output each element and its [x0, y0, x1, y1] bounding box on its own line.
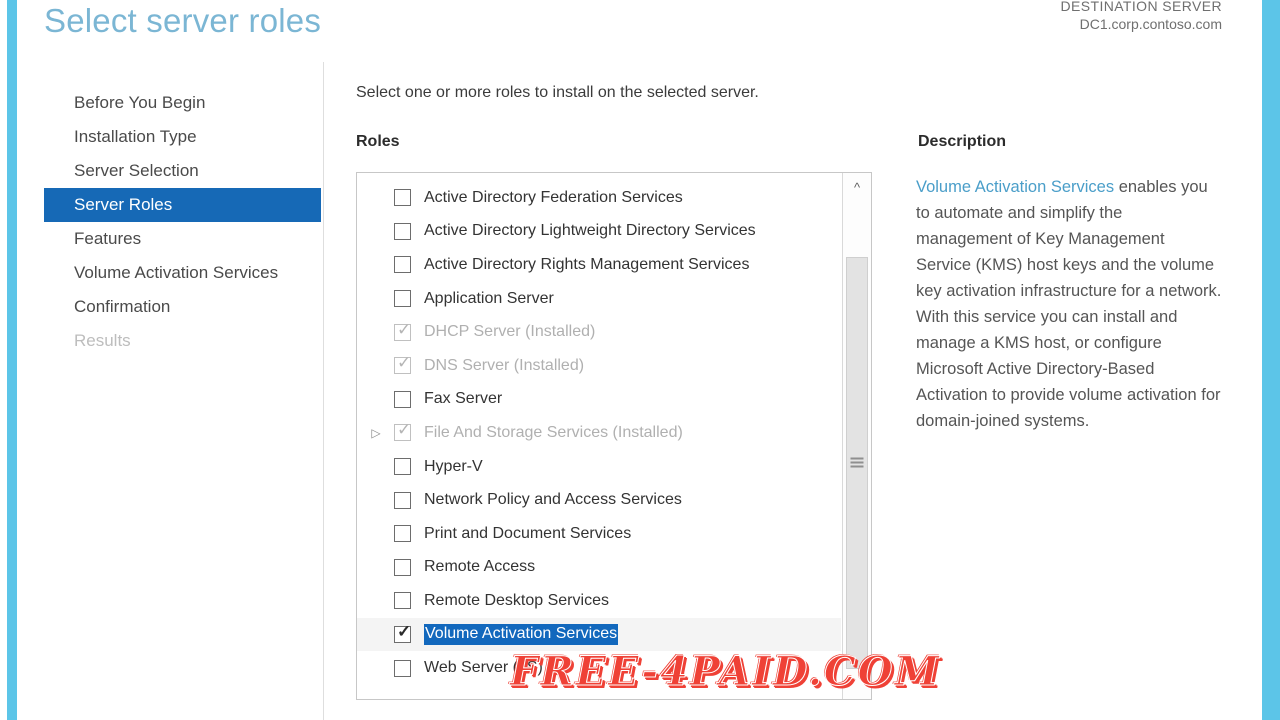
sidebar-item-server-roles[interactable]: Server Roles: [44, 188, 321, 222]
role-checkbox[interactable]: [394, 592, 411, 610]
role-label[interactable]: Fax Server: [424, 390, 502, 408]
left-accent-bar: [7, 0, 17, 720]
sidebar-item-installation-type[interactable]: Installation Type: [44, 120, 321, 154]
role-row[interactable]: ▷Web Server (IIS): [357, 651, 841, 685]
roles-list[interactable]: ▷Active Directory Federation Services▷Ac…: [357, 181, 841, 699]
checkmark-icon: ✓: [397, 420, 412, 440]
role-checkbox[interactable]: [394, 189, 411, 207]
role-checkbox: ✓: [394, 319, 412, 341]
destination-server-label: DESTINATION SERVER: [1060, 0, 1222, 14]
destination-server-block: DESTINATION SERVER DC1.corp.contoso.com: [1061, 0, 1223, 34]
triangle-right-icon[interactable]: ▷: [366, 427, 386, 439]
role-checkbox[interactable]: [394, 458, 411, 476]
role-label[interactable]: Web Server (IIS): [424, 659, 543, 677]
sidebar-item-volume-activation-services[interactable]: Volume Activation Services: [44, 256, 321, 290]
page-title: Select server roles: [44, 2, 322, 39]
instruction-text: Select one or more roles to install on t…: [356, 84, 759, 101]
role-label[interactable]: DNS Server (Installed): [424, 357, 584, 375]
role-label[interactable]: File And Storage Services (Installed): [424, 424, 683, 442]
checkmark-icon: ✓: [397, 319, 412, 339]
role-label[interactable]: Application Server: [424, 290, 554, 308]
role-label[interactable]: Hyper-V: [424, 458, 483, 476]
sidebar-item-features[interactable]: Features: [44, 222, 321, 256]
role-row[interactable]: ▷ ✓ File And Storage Services (Installed): [357, 416, 841, 450]
role-label[interactable]: Remote Access: [424, 558, 535, 576]
destination-server-name: DC1.corp.contoso.com: [1079, 16, 1222, 32]
sidebar-divider: [323, 62, 324, 720]
role-checkbox[interactable]: [394, 222, 411, 240]
roles-heading: Roles: [356, 133, 400, 150]
sidebar-item-before-you-begin[interactable]: Before You Begin: [44, 86, 321, 120]
scroll-up-icon[interactable]: ^: [843, 173, 871, 201]
role-checkbox[interactable]: ✓: [394, 622, 412, 644]
wizard-nav-sidebar: Before You Begin Installation Type Server …: [44, 86, 321, 358]
roles-scrollbar[interactable]: ^: [842, 173, 871, 699]
roles-listbox[interactable]: ▷Active Directory Federation Services▷Ac…: [356, 172, 872, 700]
checkmark-icon: ✓: [397, 622, 412, 642]
scrollbar-grip-icon: [850, 457, 864, 469]
role-row[interactable]: ▷Active Directory Lightweight Directory …: [357, 215, 841, 249]
role-label[interactable]: Active Directory Federation Services: [424, 189, 683, 207]
sidebar-item-confirmation[interactable]: Confirmation: [44, 290, 321, 324]
role-row[interactable]: ▷Active Directory Federation Services: [357, 181, 841, 215]
description-heading: Description: [918, 133, 1007, 150]
role-label[interactable]: Volume Activation Services: [424, 624, 619, 646]
role-checkbox[interactable]: [394, 558, 411, 576]
role-label[interactable]: Remote Desktop Services: [424, 592, 609, 610]
sidebar-item-results: Results: [74, 331, 131, 350]
role-checkbox[interactable]: [394, 525, 411, 543]
role-row[interactable]: ▷Active Directory Rights Management Serv…: [357, 248, 841, 282]
role-checkbox[interactable]: [394, 256, 411, 274]
right-accent-bar: [1262, 0, 1280, 720]
role-row[interactable]: ▷Application Server: [357, 282, 841, 316]
description-role-link[interactable]: Volume Activation Services: [916, 178, 1114, 196]
role-checkbox[interactable]: [394, 491, 411, 509]
role-label[interactable]: Active Directory Lightweight Directory S…: [424, 222, 756, 240]
role-row[interactable]: ▷✓Volume Activation Services: [357, 617, 841, 652]
role-row[interactable]: ▷Print and Document Services: [357, 517, 841, 551]
sidebar-item-server-selection[interactable]: Server Selection: [44, 154, 321, 188]
scrollbar-thumb[interactable]: [846, 257, 868, 669]
role-row[interactable]: ▷Fax Server: [357, 383, 841, 417]
role-checkbox[interactable]: [394, 290, 411, 308]
role-label[interactable]: Print and Document Services: [424, 525, 631, 543]
role-row[interactable]: ▷Remote Access: [357, 551, 841, 585]
description-text: enables you to automate and simplify the…: [916, 178, 1222, 430]
role-label[interactable]: Network Policy and Access Services: [424, 491, 682, 509]
role-label[interactable]: Active Directory Rights Management Servi…: [424, 256, 749, 274]
role-row[interactable]: ▷✓DHCP Server (Installed): [357, 315, 841, 349]
checkmark-icon: ✓: [397, 353, 412, 373]
role-row[interactable]: ▷✓DNS Server (Installed): [357, 349, 841, 383]
role-row[interactable]: ▷Hyper-V: [357, 450, 841, 484]
role-label[interactable]: DHCP Server (Installed): [424, 323, 595, 341]
role-checkbox: ✓: [394, 353, 412, 375]
role-checkbox[interactable]: [394, 390, 411, 408]
role-row[interactable]: ▷Network Policy and Access Services: [357, 483, 841, 517]
role-checkbox: ✓: [394, 420, 412, 442]
role-row[interactable]: ▷Remote Desktop Services: [357, 584, 841, 618]
description-body: Volume Activation Services enables you t…: [916, 174, 1222, 434]
role-checkbox[interactable]: [394, 659, 411, 677]
